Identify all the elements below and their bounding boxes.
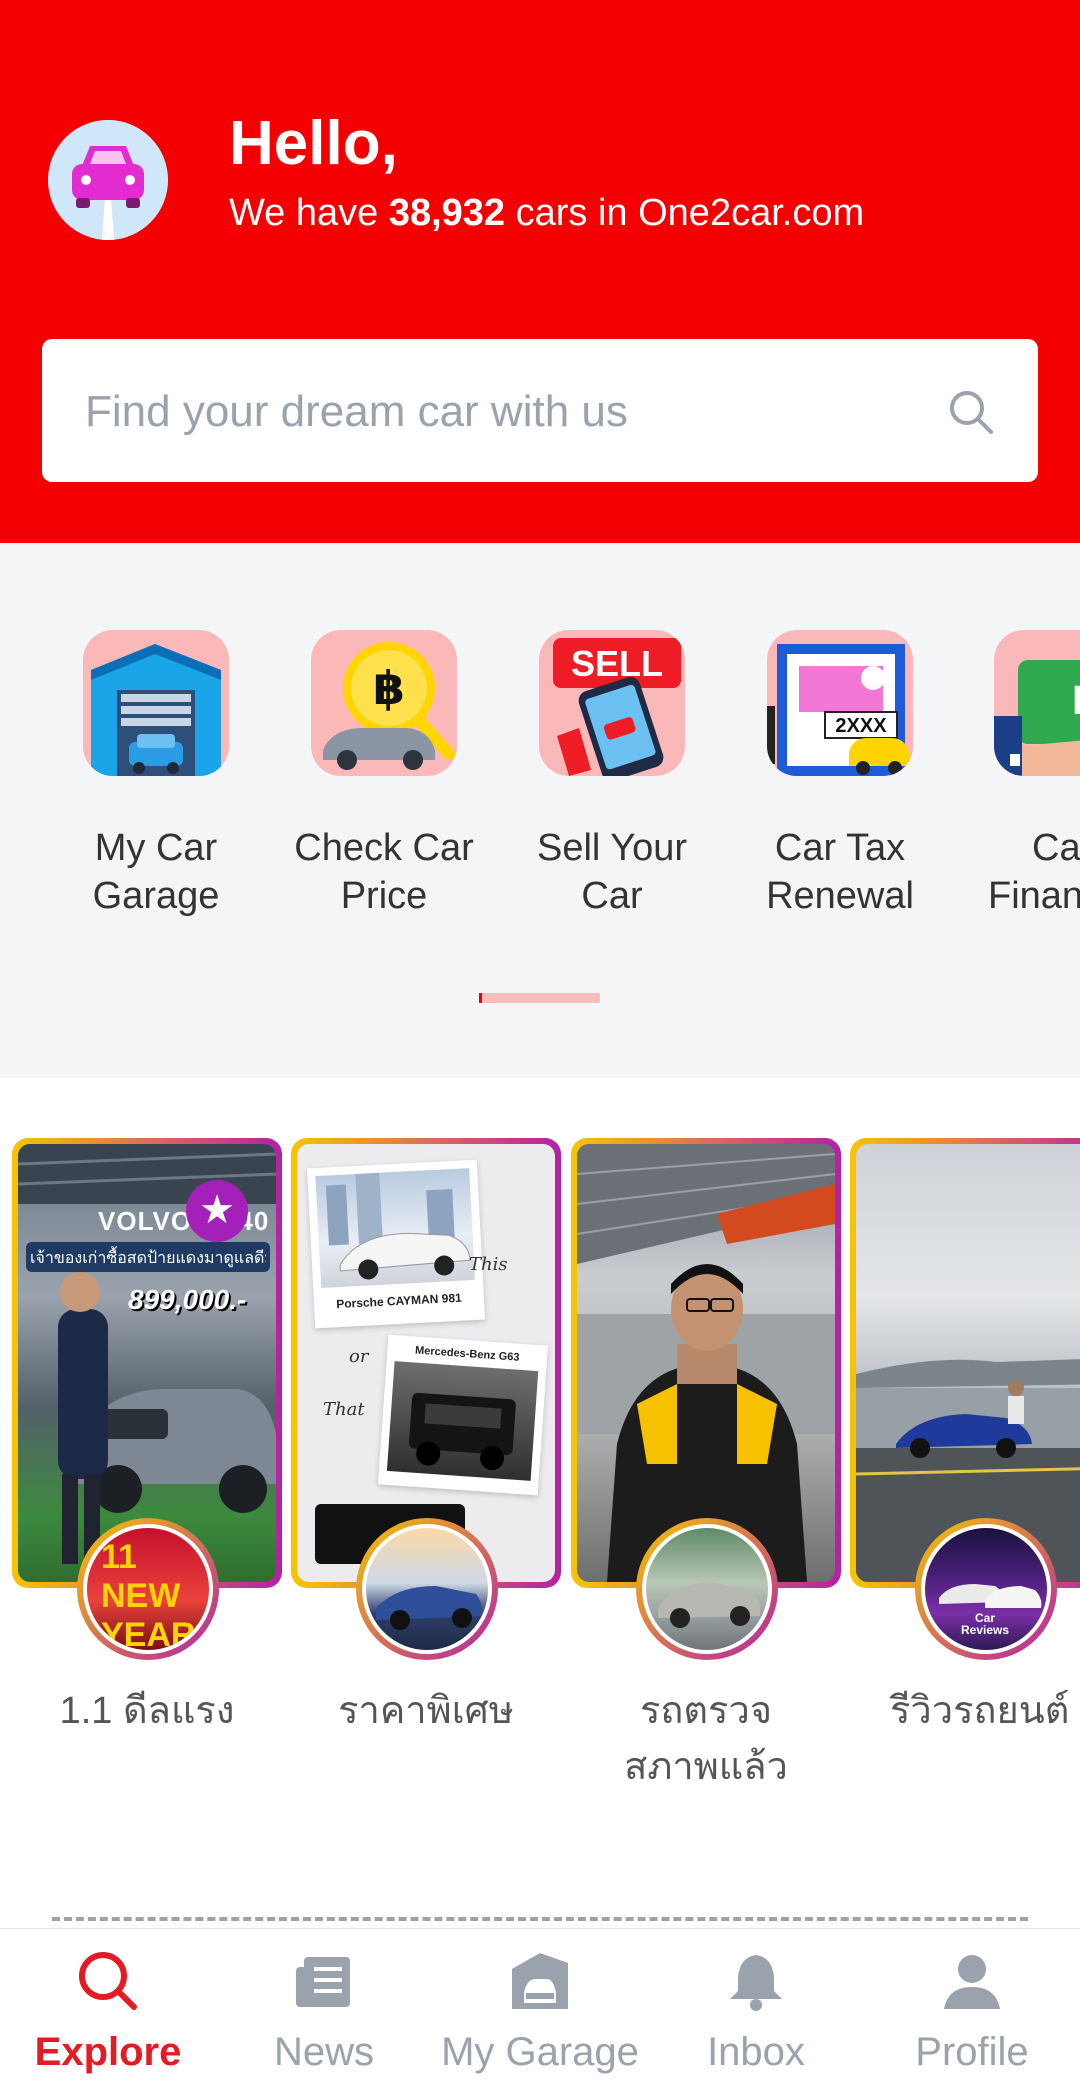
story-thumb[interactable]: Car Reviews: [915, 1518, 1057, 1660]
story-thumb[interactable]: [636, 1518, 778, 1660]
story-thumb-image: 11 NEW YEAR SALE: [83, 1524, 213, 1654]
nav-my-garage[interactable]: My Garage: [432, 1949, 648, 2075]
quick-actions: My Car Garage ฿ Check Car Price SELL Sel…: [0, 543, 1080, 1078]
label-line2: สภาพแล้ว: [624, 1746, 788, 1788]
search-icon: [79, 1952, 137, 2010]
story-price: 899,000.-: [128, 1284, 247, 1315]
story-thumb[interactable]: [356, 1518, 498, 1660]
quick-action-label: Ca Finan: [968, 824, 1080, 920]
story-overlay-caption: เจ้าของเก่าซื้อสดป้ายแดงมาดูแลดีมาก: [30, 1250, 266, 1267]
greeting: Hello,: [229, 109, 398, 178]
bell-icon: [730, 1955, 782, 2011]
stories-section: VOLVO XC40 เจ้าของเก่าซื้อสดป้ายแดงมาดูแ…: [0, 1078, 1080, 1928]
garage-icon: [83, 630, 229, 776]
svg-text:฿: ฿: [373, 661, 405, 715]
label-line2: Finan: [988, 875, 1080, 917]
news-icon: [296, 1957, 350, 2007]
nav-label: News: [273, 2030, 375, 2074]
photo-card-a: Porsche CAYMAN 981: [306, 1159, 486, 1329]
story-label: ราคาพิเศษ: [338, 1690, 514, 1732]
story-thumb-image: Car Reviews: [921, 1524, 1051, 1654]
quick-action-label: Car Tax Renewal: [740, 824, 940, 920]
section-divider: [52, 1917, 1028, 1921]
label-line1: Sell Your: [536, 827, 687, 869]
label-line2: Garage: [92, 875, 220, 917]
label-line2: Renewal: [766, 875, 914, 917]
label-line2: Car: [581, 875, 643, 917]
price-check-icon: ฿: [311, 630, 457, 776]
story-item-reviews[interactable]: Car Reviews รีวิวรถยนต์: [850, 1138, 1080, 1739]
quick-action-label: My Car Garage: [56, 824, 256, 920]
carousel-indicator: [479, 993, 600, 1003]
nav-explore[interactable]: Explore: [0, 1949, 216, 2075]
story-image: Porsche CAYMAN 981 This or That Mercedes…: [297, 1144, 555, 1582]
header: Hello, We have 38,932 cars in One2car.co…: [0, 0, 1080, 543]
sell-badge-text: SELL: [571, 643, 663, 684]
label-line2: Price: [340, 875, 428, 917]
search-icon[interactable]: [948, 389, 994, 435]
svg-text:฿: ฿: [1072, 674, 1080, 725]
star-icon: ★: [186, 1180, 248, 1242]
subtitle-suffix: cars in One2car.com: [505, 192, 865, 234]
car-a-caption: Porsche CAYMAN 981: [335, 1290, 463, 1312]
tax-renewal-icon: 2XXX: [767, 630, 913, 776]
bottom-nav: Explore News My Garage Inbox Profile: [0, 1928, 1080, 2097]
word-or: or: [349, 1346, 369, 1367]
label-line1: My Car: [94, 827, 218, 869]
quick-action-check-car-price[interactable]: ฿ Check Car Price: [284, 630, 484, 920]
profile-icon: [944, 1955, 1000, 2009]
car-avatar-icon[interactable]: [48, 120, 168, 240]
subtitle-prefix: We have: [229, 192, 389, 234]
quick-action-sell-your-car[interactable]: SELL Sell Your Car: [512, 630, 712, 920]
nav-label: Profile: [915, 2030, 1029, 2074]
story-thumb[interactable]: 11 NEW YEAR SALE: [77, 1518, 219, 1660]
search-placeholder: Find your dream car with us: [85, 387, 628, 436]
story-item-deal[interactable]: VOLVO XC40 เจ้าของเก่าซื้อสดป้ายแดงมาดูแ…: [12, 1138, 282, 1739]
nav-profile[interactable]: Profile: [864, 1949, 1080, 2075]
quick-action-label: Check Car Price: [284, 824, 484, 920]
word-this: This: [469, 1254, 508, 1275]
story-label: รถตรวจสภาพแล้ว: [571, 1683, 841, 1795]
tax-plate-text: 2XXX: [835, 715, 887, 737]
label-line1: Ca: [1032, 827, 1080, 869]
search-input[interactable]: Find your dream car with us: [42, 339, 1038, 482]
car-count-text: We have 38,932 cars in One2car.com: [229, 192, 864, 235]
finance-icon: ฿: [994, 630, 1080, 776]
nav-news[interactable]: News: [216, 1949, 432, 2075]
label-line1: รถตรวจ: [639, 1690, 773, 1732]
nav-inbox[interactable]: Inbox: [648, 1949, 864, 2075]
label-line1: Car Tax: [774, 827, 906, 869]
story-image: [577, 1144, 835, 1582]
car-count: 38,932: [388, 192, 506, 234]
photo-card-b: Mercedes-Benz G63: [377, 1334, 549, 1496]
quick-action-my-car-garage[interactable]: My Car Garage: [56, 630, 256, 920]
quick-action-label: Sell Your Car: [512, 824, 712, 920]
sell-car-icon: SELL: [539, 630, 685, 776]
story-item-special-price[interactable]: Porsche CAYMAN 981 This or That Mercedes…: [291, 1138, 561, 1739]
nav-label: Explore: [34, 2030, 182, 2074]
thumb-reviews-text: Car Reviews: [960, 1611, 1010, 1637]
nav-label: Inbox: [707, 2030, 805, 2074]
story-item-inspected[interactable]: รถตรวจสภาพแล้ว: [571, 1138, 841, 1795]
word-that: That: [323, 1399, 365, 1420]
story-thumb-image: [362, 1524, 492, 1654]
quick-action-car-tax-renewal[interactable]: 2XXX Car Tax Renewal: [740, 630, 940, 920]
nav-label: My Garage: [441, 2030, 639, 2074]
story-label: 1.1 ดีลแรง: [59, 1690, 235, 1732]
story-label: รีวิวรถยนต์: [890, 1690, 1070, 1732]
story-image: [856, 1144, 1080, 1582]
label-line1: Check Car: [294, 827, 474, 869]
quick-action-car-finance[interactable]: ฿ Ca Finan: [968, 630, 1080, 920]
garage-nav-icon: [512, 1953, 568, 2009]
story-image: VOLVO XC40 เจ้าของเก่าซื้อสดป้ายแดงมาดูแ…: [18, 1144, 276, 1582]
story-thumb-image: [642, 1524, 772, 1654]
thumb-sale-text: 11 NEW YEAR SALE: [101, 1538, 196, 1654]
